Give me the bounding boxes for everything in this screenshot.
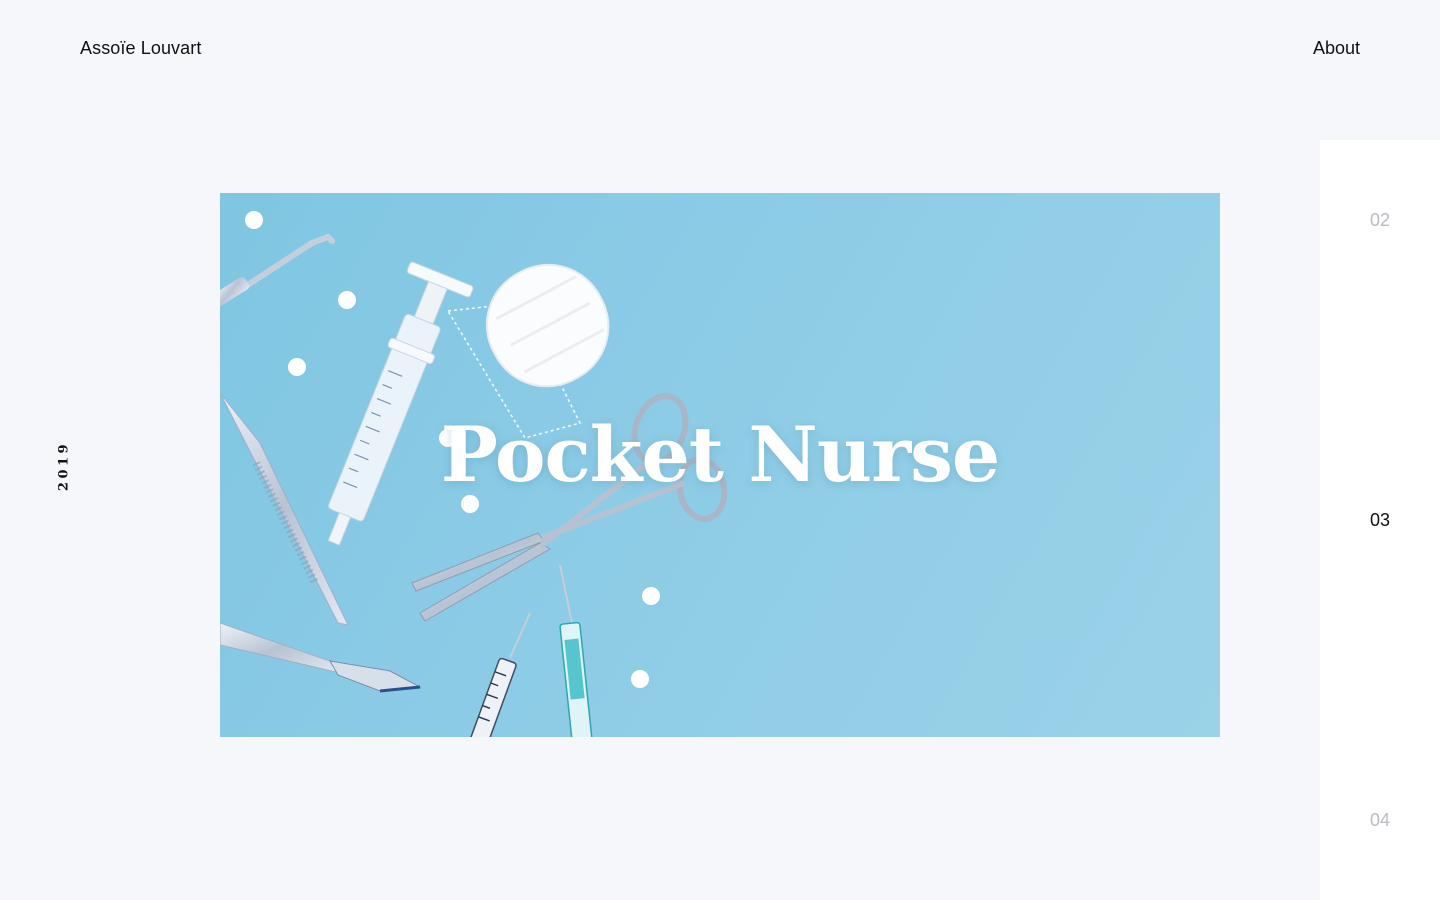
needle-syringe-teal	[559, 564, 593, 737]
project-year: 2019	[56, 440, 72, 492]
about-link[interactable]: About	[1313, 38, 1360, 59]
project-title: Pocket Nurse	[440, 410, 1001, 499]
scalpel	[220, 622, 422, 693]
needle-syringe-dark	[469, 612, 531, 737]
bandage-roll	[446, 263, 610, 439]
brand-logo-link[interactable]: Assoïe Louvart	[80, 38, 201, 59]
syringe	[327, 261, 474, 546]
page: Assoïe Louvart About 2019 Pocket Nurse 0…	[0, 0, 1440, 900]
project-pager: 02 03 04	[1320, 140, 1440, 900]
probe-tool	[220, 233, 335, 308]
pager-item-02[interactable]: 02	[1320, 210, 1440, 231]
project-hero-image[interactable]: Pocket Nurse	[220, 193, 1220, 737]
pager-item-04[interactable]: 04	[1320, 810, 1440, 831]
pager-item-03-active[interactable]: 03	[1320, 510, 1440, 531]
